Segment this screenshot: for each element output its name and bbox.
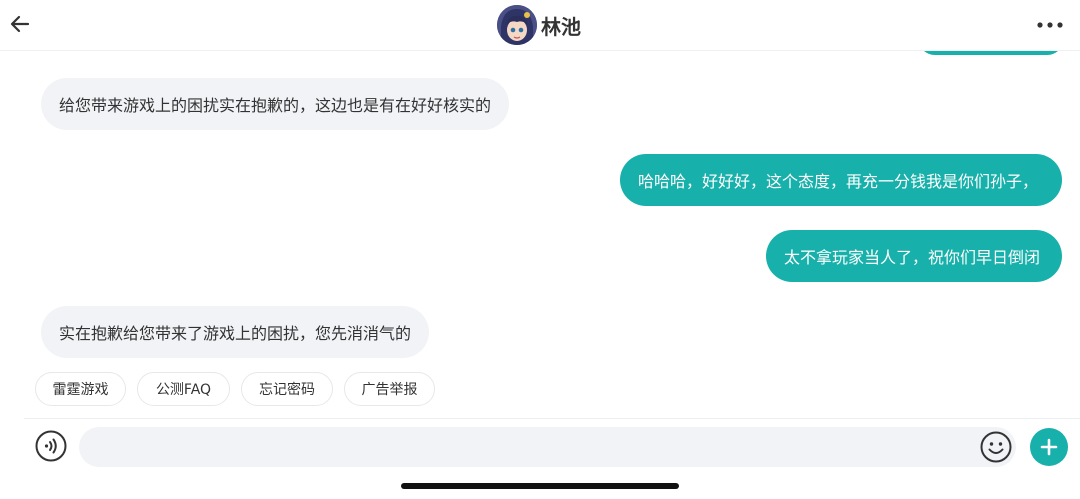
- more-horizontal-icon[interactable]: [1036, 18, 1064, 32]
- message-text: 哈哈哈，好好好，这个态度，再充一分钱我是你们孙子，: [638, 172, 1039, 191]
- message-text: 实在抱歉给您带来了游戏上的困扰，您先消消气的: [59, 324, 412, 343]
- quick-reply-label: 雷霆游戏: [52, 382, 109, 398]
- chat-title: 林池: [541, 14, 581, 39]
- quick-reply-label: 公测FAQ: [155, 382, 212, 398]
- message-input[interactable]: [79, 427, 1016, 467]
- chat-header: 林池: [0, 0, 1080, 51]
- emoji-icon[interactable]: [980, 431, 1012, 463]
- plus-icon: [1040, 438, 1058, 456]
- message-text: 给您带来游戏上的困扰实在抱歉的，这边也是有在好好核实的: [59, 96, 492, 115]
- message-bubble-incoming: 给您带来游戏上的困扰实在抱歉的，这边也是有在好好核实的: [41, 78, 510, 130]
- message-bubble-partial: [918, 51, 1064, 55]
- plus-button[interactable]: [1030, 428, 1068, 466]
- quick-reply-chip[interactable]: 广告举报: [344, 372, 435, 406]
- quick-reply-chip[interactable]: 雷霆游戏: [35, 372, 126, 406]
- arrow-left-icon[interactable]: [8, 12, 32, 36]
- message-list[interactable]: 给您带来游戏上的困扰实在抱歉的，这边也是有在好好核实的 哈哈哈，好好好，这个态度…: [0, 51, 1080, 417]
- quick-reply-chip[interactable]: 公测FAQ: [137, 372, 230, 406]
- voice-icon[interactable]: [35, 430, 67, 462]
- message-bubble-incoming: 实在抱歉给您带来了游戏上的困扰，您先消消气的: [41, 306, 430, 358]
- avatar-image: [497, 5, 537, 45]
- quick-reply-label: 广告举报: [361, 382, 418, 398]
- quick-reply-label: 忘记密码: [259, 382, 315, 398]
- quick-reply-bar: 雷霆游戏 公测FAQ 忘记密码 广告举报: [0, 372, 1080, 408]
- quick-reply-chip[interactable]: 忘记密码: [241, 372, 333, 406]
- avatar[interactable]: [497, 5, 537, 45]
- chat-title-group: 林池: [497, 5, 581, 45]
- message-bubble-outgoing: 哈哈哈，好好好，这个态度，再充一分钱我是你们孙子，: [620, 154, 1062, 206]
- composer-divider: [24, 418, 1080, 419]
- message-text: 太不拿玩家当人了，祝你们早日倒闭: [784, 248, 1041, 267]
- message-bubble-outgoing: 太不拿玩家当人了，祝你们早日倒闭: [766, 230, 1062, 282]
- home-indicator: [401, 483, 679, 489]
